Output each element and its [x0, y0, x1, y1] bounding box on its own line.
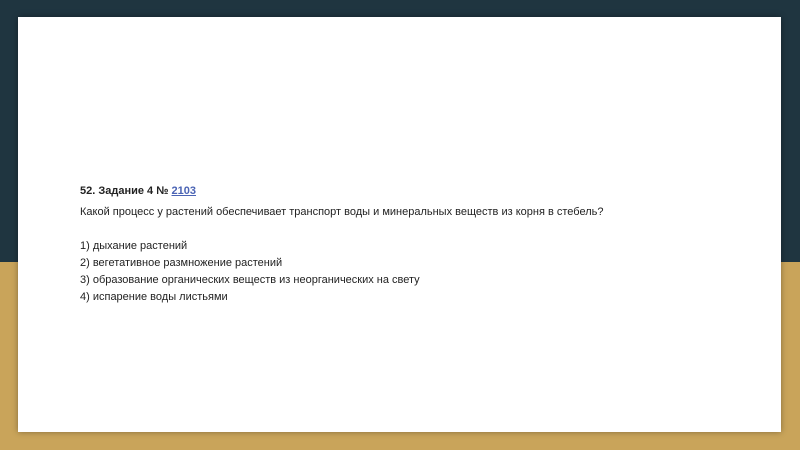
task-prefix: 52. Задание 4 № [80, 185, 172, 197]
presentation-background: 52. Задание 4 № 2103 Какой процесс у рас… [0, 0, 800, 450]
answer-list: 1) дыхание растений 2) вегетативное разм… [80, 238, 760, 306]
slide-card: 52. Задание 4 № 2103 Какой процесс у рас… [18, 17, 781, 432]
task-question: Какой процесс у растений обеспечивает тр… [80, 206, 604, 218]
answer-option-3: 3) образование органических веществ из н… [80, 274, 420, 286]
task-number-link[interactable]: 2103 [172, 185, 196, 197]
task-title: 52. Задание 4 № 2103 [80, 183, 760, 200]
task-content: 52. Задание 4 № 2103 Какой процесс у рас… [80, 183, 760, 306]
answer-option-2: 2) вегетативное размножение растений [80, 257, 283, 269]
answer-option-4: 4) испарение воды листьями [80, 291, 228, 303]
answer-option-1: 1) дыхание растений [80, 240, 188, 252]
